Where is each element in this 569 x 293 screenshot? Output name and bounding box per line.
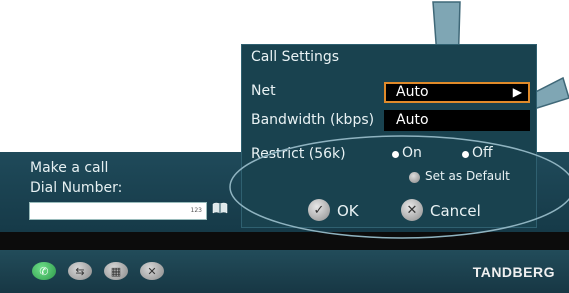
- annotation-ellipse: [229, 135, 569, 239]
